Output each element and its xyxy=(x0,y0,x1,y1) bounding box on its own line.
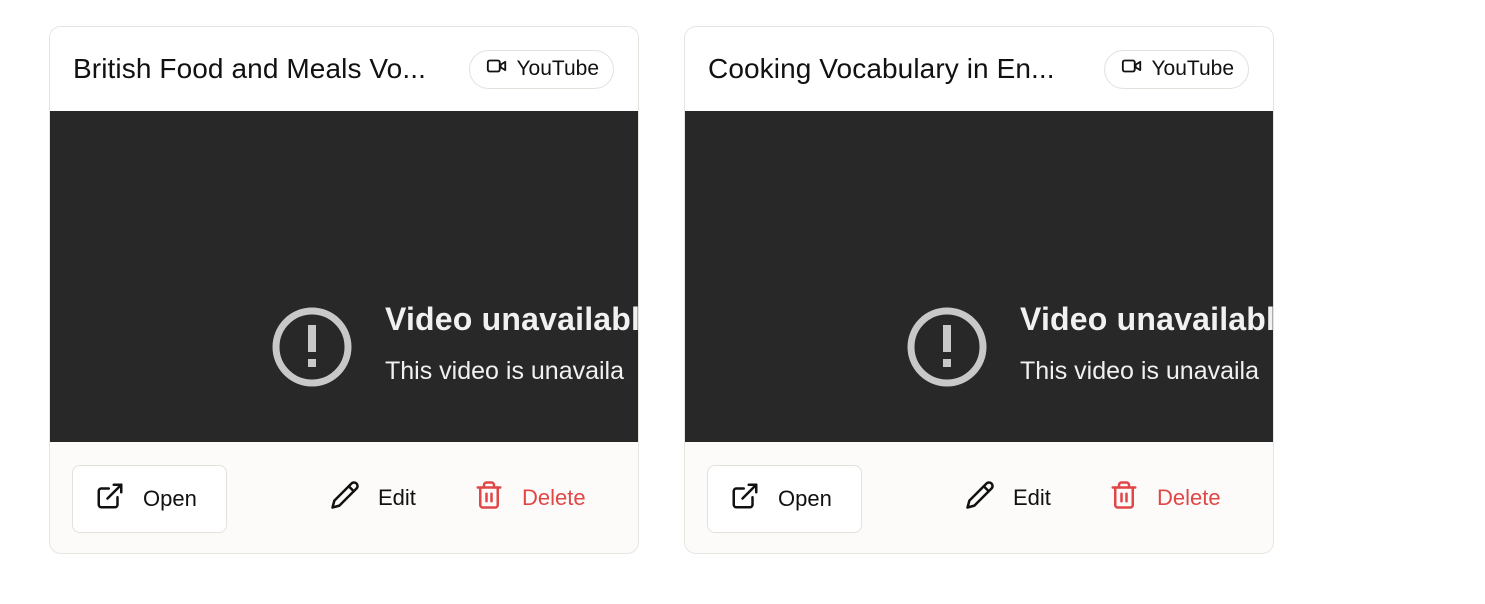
card-title: British Food and Meals Vo... xyxy=(73,53,426,84)
alert-circle-icon xyxy=(906,306,988,388)
source-badge-label: YouTube xyxy=(1151,57,1234,80)
edit-button-label: Edit xyxy=(378,485,416,510)
video-error-title: Video unavailable xyxy=(1020,301,1273,337)
source-badge: YouTube xyxy=(1104,49,1249,89)
delete-button-label: Delete xyxy=(1157,485,1221,510)
open-button[interactable]: Open xyxy=(72,464,227,533)
source-badge: YouTube xyxy=(469,49,614,89)
video-camera-icon xyxy=(1121,55,1143,83)
source-badge-label: YouTube xyxy=(516,57,599,80)
external-link-icon xyxy=(730,481,760,517)
video-error-subtitle: This video is unavaila xyxy=(385,357,625,385)
trash-icon xyxy=(474,480,504,516)
alert-circle-icon xyxy=(271,306,353,388)
open-button[interactable]: Open xyxy=(707,464,862,533)
delete-button-label: Delete xyxy=(522,485,586,510)
trash-icon xyxy=(1109,480,1139,516)
video-error-title: Video unavailable xyxy=(385,301,638,337)
delete-button[interactable]: Delete xyxy=(1109,464,1221,532)
edit-button[interactable]: Edit xyxy=(330,464,416,532)
delete-button[interactable]: Delete xyxy=(474,464,586,532)
video-player[interactable]: Video unavailable This video is unavaila xyxy=(685,111,1273,442)
card-title: Cooking Vocabulary in En... xyxy=(708,53,1055,84)
pencil-icon xyxy=(330,480,360,516)
open-button-label: Open xyxy=(143,485,197,511)
video-card: Cooking Vocabulary in En... YouTube Vide… xyxy=(684,26,1274,554)
edit-button[interactable]: Edit xyxy=(965,464,1051,532)
card-header: Cooking Vocabulary in En... YouTube xyxy=(685,27,1273,111)
edit-button-label: Edit xyxy=(1013,485,1051,510)
open-button-label: Open xyxy=(778,485,832,511)
external-link-icon xyxy=(95,481,125,517)
card-header: British Food and Meals Vo... YouTube xyxy=(50,27,638,111)
card-footer: Open Edit Delete xyxy=(685,442,1273,553)
video-card: British Food and Meals Vo... YouTube Vid… xyxy=(49,26,639,554)
video-error-subtitle: This video is unavaila xyxy=(1020,357,1260,385)
video-camera-icon xyxy=(486,55,508,83)
video-player[interactable]: Video unavailable This video is unavaila xyxy=(50,111,638,442)
card-footer: Open Edit Delete xyxy=(50,442,638,553)
video-card-grid: British Food and Meals Vo... YouTube Vid… xyxy=(0,0,1485,604)
pencil-icon xyxy=(965,480,995,516)
